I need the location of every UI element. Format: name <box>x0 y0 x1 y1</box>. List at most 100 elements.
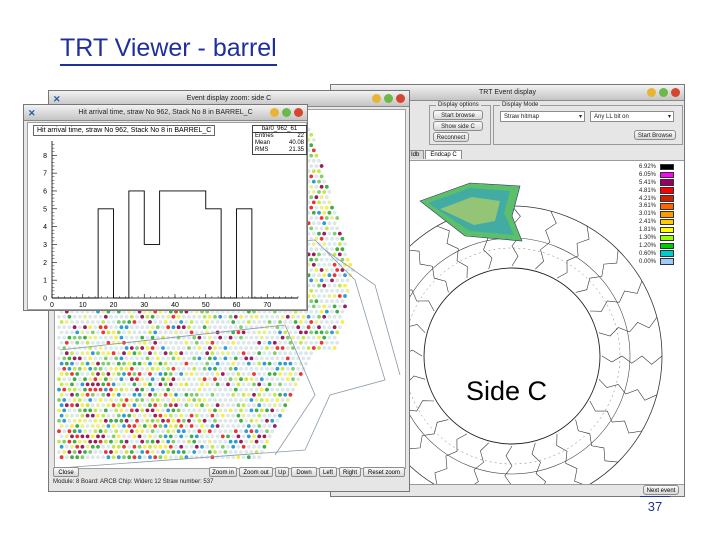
legend-value: 6.92% <box>638 163 656 170</box>
close-button[interactable] <box>671 88 680 97</box>
mode-select[interactable]: Straw hitmap ▾ <box>500 111 585 122</box>
legend-swatch <box>660 218 674 226</box>
next-event-button[interactable]: Next event <box>643 485 679 495</box>
stats-box: bar0_962_61 Entries 22 Mean 40.08 RMS 21.35 <box>252 125 307 155</box>
x-tick-label: 10 <box>79 302 87 309</box>
zoom-out-button[interactable]: Zoom out <box>239 467 273 477</box>
reconnect-button[interactable]: Reconnect <box>433 132 469 142</box>
status-bar: Module: 8 Board: ARCB Chip: Widerc 12 St… <box>53 479 214 485</box>
x-tick-label: 70 <box>263 302 271 309</box>
reset-zoom-button[interactable]: Reset zoom <box>363 467 405 477</box>
histogram-bin <box>237 209 252 298</box>
x-tick-label: 60 <box>233 302 241 309</box>
chevron-down-icon: ▾ <box>667 114 671 120</box>
minimize-button[interactable] <box>647 88 656 97</box>
histogram-bin <box>190 191 205 298</box>
y-tick-label: 0 <box>43 296 47 303</box>
right-button[interactable]: Right <box>339 467 361 477</box>
close-button[interactable] <box>396 94 405 103</box>
display-mode-group: Display Mode Straw hitmap ▾ Any LL bit o… <box>493 102 683 145</box>
zoom-window-title: Event display zoom: side C <box>186 95 272 102</box>
display-options-group: Display options Start browse Show side C… <box>429 102 491 145</box>
legend-swatch <box>660 195 674 202</box>
zoom-button[interactable] <box>282 108 291 117</box>
legend-row: 1.81% <box>628 226 674 234</box>
down-button[interactable]: Down <box>291 467 317 477</box>
stats-name: bar0_962_61 <box>253 126 306 133</box>
legend-row: 3.61% <box>628 202 674 210</box>
mode-select-value: Straw hitmap <box>504 114 540 120</box>
histogram-bin <box>206 209 221 298</box>
legend-value: 1.20% <box>638 242 656 249</box>
y-tick-label: 6 <box>43 188 47 195</box>
close-zoom-button[interactable]: Close <box>53 467 79 477</box>
legend-swatch <box>660 187 674 194</box>
legend-row: 4.21% <box>628 195 674 203</box>
histogram-bin <box>129 191 144 298</box>
minimize-button[interactable] <box>270 108 279 117</box>
histogram-bin <box>175 191 190 298</box>
legend-swatch <box>660 211 674 218</box>
x-tick-label: 0 <box>50 302 54 309</box>
x-tick-label: 40 <box>171 302 179 309</box>
up-button[interactable]: Up <box>275 467 289 477</box>
legend-value: 3.61% <box>638 203 656 210</box>
hist-window-titlebar[interactable]: ✕ Hit arrival time, straw No 962, Stack … <box>24 105 307 121</box>
histogram-bin <box>160 191 175 298</box>
histogram-canvas[interactable]: 0 10 20 30 40 50 60 70 0 1 2 3 4 5 6 7 8 Hit arrival tim… <box>27 122 307 310</box>
histogram-title: Hit arrival time, straw No 962, Stack No… <box>33 125 216 136</box>
window-controls <box>647 88 680 97</box>
y-tick-label: 2 <box>43 260 47 267</box>
endcap-canvas[interactable]: Side C 6.92% 6.05% 5.41% 4.81% 4.21% 3.61% 3.0… <box>409 160 684 485</box>
legend-swatch <box>660 234 674 242</box>
zoom-button[interactable] <box>659 88 668 97</box>
x-tick-label: 30 <box>140 302 148 309</box>
y-tick-label: 7 <box>43 171 47 178</box>
legend-swatch <box>660 250 674 257</box>
zoom-button[interactable] <box>384 94 393 103</box>
main-window-title: TRT Event display <box>479 89 536 96</box>
x-tick-label: 20 <box>110 302 118 309</box>
lb-select[interactable]: Any LL bit on ▾ <box>590 111 674 122</box>
window-controls <box>372 94 405 103</box>
legend-value: 4.21% <box>638 195 656 202</box>
rms-value: 21.35 <box>288 147 304 153</box>
legend-row: 6.92% <box>628 163 674 171</box>
legend-row: 1.20% <box>628 242 674 250</box>
legend-row: 0.60% <box>628 250 674 258</box>
start-browse-right-button[interactable]: Start Browse <box>634 130 676 140</box>
minimize-button[interactable] <box>372 94 381 103</box>
tab-bar: Idb Endcap C <box>406 150 462 159</box>
side-label: Side C <box>466 376 548 406</box>
y-tick-label: 1 <box>43 278 47 285</box>
mean-value: 40.08 <box>288 140 304 146</box>
color-legend: 6.92% 6.05% 5.41% 4.81% 4.21% 3.61% 3.01% 2.41%… <box>628 163 674 266</box>
show-side-button[interactable]: Show side C <box>433 121 483 131</box>
legend-value: 2.41% <box>638 219 656 226</box>
legend-row: 4.81% <box>628 187 674 195</box>
y-tick-label: 4 <box>43 224 47 231</box>
histogram-bin <box>144 244 159 298</box>
legend-swatch <box>660 203 674 210</box>
close-button[interactable] <box>294 108 303 117</box>
y-tick-label: 5 <box>43 206 47 213</box>
mean-label: Mean <box>255 140 271 146</box>
tab-endcap-c[interactable]: Endcap C <box>425 150 462 159</box>
legend-swatch <box>660 179 674 186</box>
hist-window-title: Hit arrival time, straw No 962, Stack No… <box>78 109 253 116</box>
start-browse-button[interactable]: Start browse <box>433 110 483 120</box>
legend-value: 1.30% <box>638 234 656 241</box>
legend-value: 4.81% <box>638 187 656 194</box>
rms-label: RMS <box>255 147 269 153</box>
histogram-window: ✕ Hit arrival time, straw No 962, Stack … <box>23 104 308 311</box>
display-mode-label: Display Mode <box>500 102 541 108</box>
legend-swatch <box>660 163 674 171</box>
legend-row: 0.00% <box>628 258 674 266</box>
legend-value: 0.00% <box>638 258 656 265</box>
zoom-in-button[interactable]: Zoom in <box>209 467 237 477</box>
legend-row: 1.30% <box>628 234 674 242</box>
display-options-label: Display options <box>436 102 481 108</box>
window-controls <box>270 108 303 117</box>
legend-value: 6.05% <box>638 171 656 178</box>
left-button[interactable]: Left <box>319 467 337 477</box>
